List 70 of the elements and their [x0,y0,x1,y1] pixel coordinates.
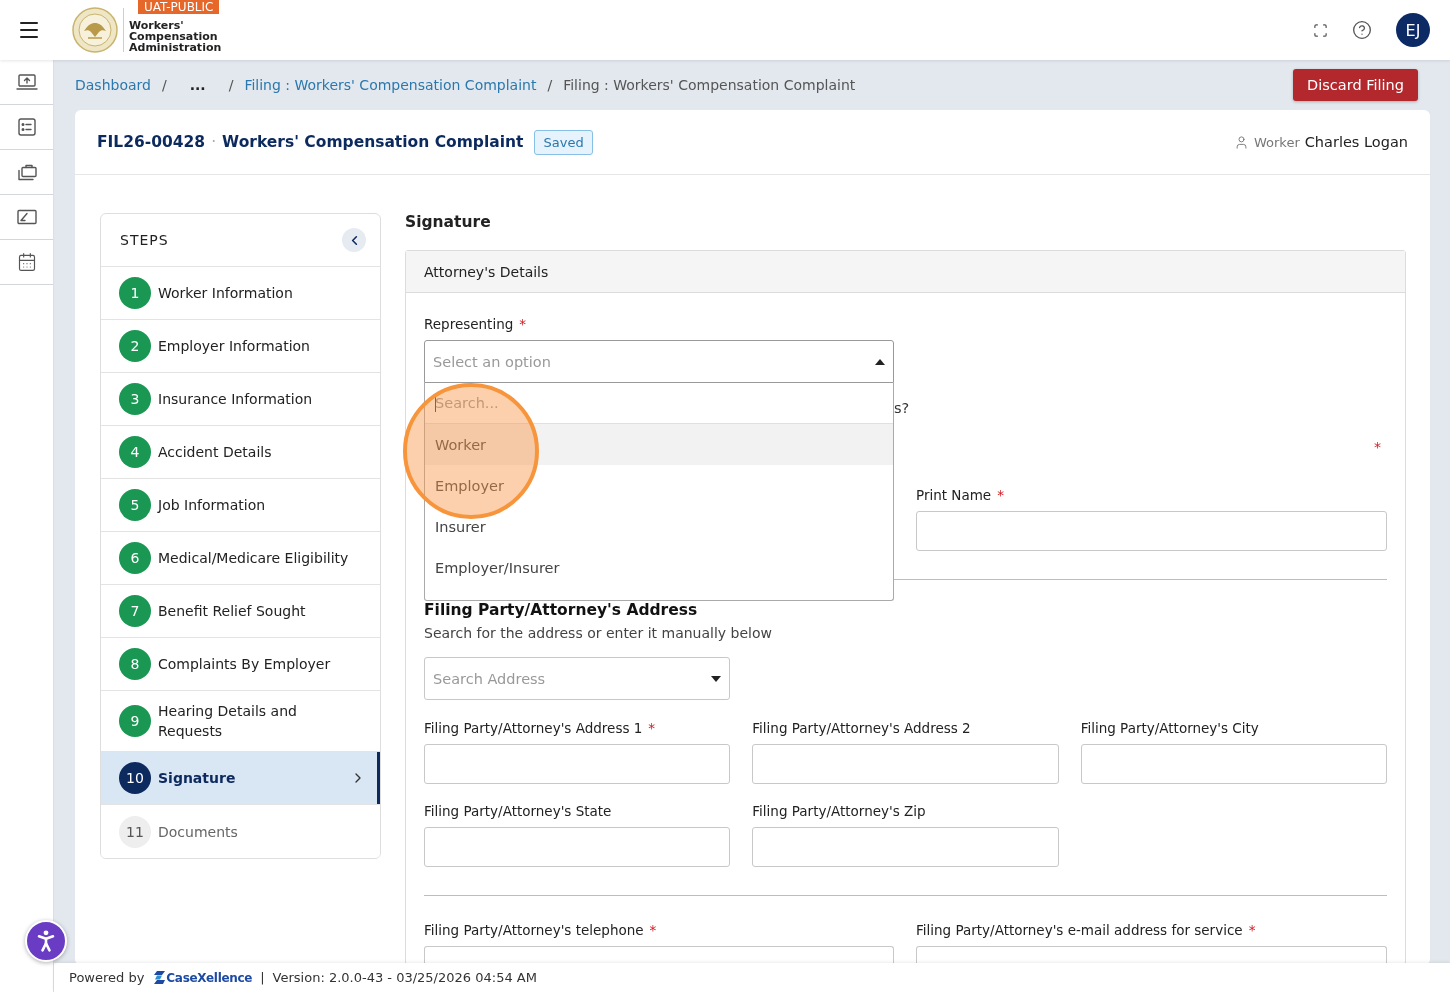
footer-separator: | [260,970,265,985]
input-field[interactable] [424,827,731,867]
field-label: Filing Party/Attorney's Address 2 [752,720,972,737]
discard-filing-button[interactable]: Discard Filing [1293,69,1418,101]
caret-down-icon [711,675,721,682]
field-label: Representing * [424,316,528,333]
fullscreen-icon[interactable] [1313,22,1328,38]
caret-up-icon [875,358,885,365]
party-label: Worker [1253,134,1300,150]
address-title: Filing Party/Attorney's Address [424,600,699,620]
list-icon[interactable] [17,118,36,136]
text-cursor-icon [435,394,436,412]
input-field[interactable] [916,946,1387,963]
breadcrumb-ellipsis[interactable]: ... [177,77,218,93]
step-number: 1 [119,277,151,309]
field-label: Filing Party/Attorney's telephone * [424,922,658,939]
step-number: 4 [119,436,151,468]
environment-badge: UAT-PUBLIC [138,0,220,14]
breadcrumb-current: Filing : Workers' Compensation Complaint [563,77,856,93]
address-hint: Search for the address or enter it manually below [424,624,773,642]
field-label: Filing Party/Attorney's Zip [752,803,927,820]
step-item[interactable]: 10 Signature [101,752,380,805]
input-field[interactable] [916,511,1387,551]
step-number: 2 [119,330,151,362]
required-mark: * [1374,438,1381,456]
field-label: Filing Party/Attorney's e-mail address for service * [916,922,1257,939]
breadcrumb-separator: / [161,77,167,93]
field-label: Filing Party/Attorney's State [424,803,613,820]
logo-text: Workers' Compensation Administration [129,19,222,53]
tablet-icon[interactable] [16,209,37,225]
input-field[interactable] [424,744,731,784]
search-field[interactable]: Search... [435,395,883,411]
filing-title: FIL26-00428 · Workers' Compensation Complaint [97,133,524,151]
step-number: 11 [119,815,151,848]
field-label: Print Name * [916,487,1005,504]
status-badge: Saved [534,129,593,155]
step-number: 9 [119,705,151,737]
version-text: Version: 2.0.0-43 - 03/25/2026 04:54 AM [272,970,537,985]
input-field[interactable] [752,744,1059,784]
step-number: 8 [119,648,151,680]
panel-header: Attorney's Details [406,251,1405,293]
party-name: Charles Logan [1304,134,1408,150]
brand-name: CaseXellence [166,970,253,985]
input-field[interactable] [1080,744,1387,784]
breadcrumb-link[interactable]: Dashboard [75,77,151,93]
person-icon [1233,134,1249,150]
seal-logo [72,7,118,53]
input-field[interactable] [424,946,894,963]
brand-logo-icon [154,971,166,984]
breadcrumb-link[interactable]: Filing : Workers' Compensation Complaint [244,77,537,93]
question-text: s? [894,400,910,416]
briefcase-icon[interactable] [16,163,37,181]
input-field[interactable] [752,827,1059,867]
user-avatar[interactable]: EJ [1396,13,1430,47]
step-number: 5 [119,489,151,521]
step-number: 10 [119,762,151,794]
section-heading: Signature [405,213,492,231]
help-icon[interactable] [1352,20,1372,40]
step-number: 6 [119,542,151,574]
collapse-button[interactable] [342,228,366,252]
calendar-icon[interactable] [16,252,37,272]
step-number: 7 [119,595,151,627]
step-number: 3 [119,383,151,415]
breadcrumb-separator: / [547,77,553,93]
footer-text: Powered by [69,970,145,985]
laptop-upload-icon[interactable] [15,73,38,91]
breadcrumb-separator: / [228,77,234,93]
steps-title: STEPS [120,232,169,248]
field-label: Filing Party/Attorney's Address 1 * [424,720,657,737]
field-label: Filing Party/Attorney's City [1080,720,1260,737]
